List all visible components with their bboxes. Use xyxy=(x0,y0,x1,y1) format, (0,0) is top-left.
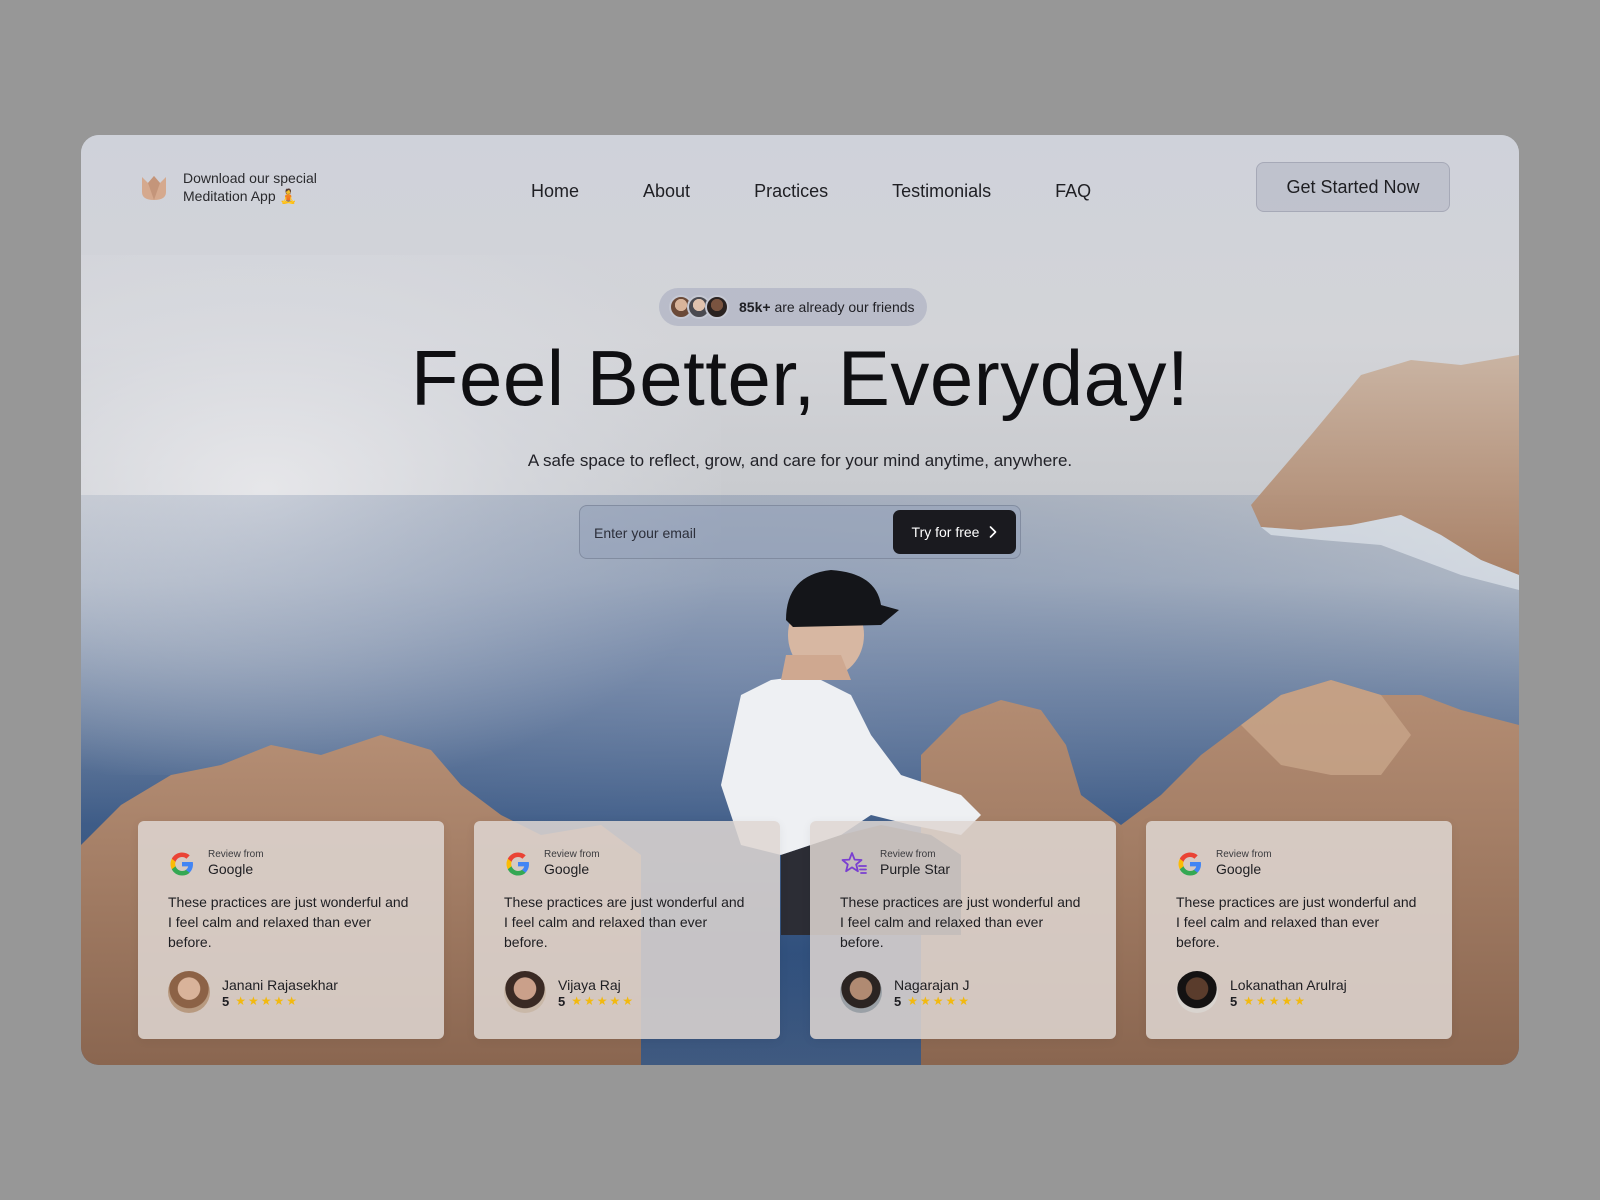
reviewer: Lokanathan Arulraj 5 ★★★★★ xyxy=(1176,971,1347,1013)
main-nav: Home About Practices Testimonials FAQ xyxy=(499,175,1123,208)
brand[interactable]: Download our special Meditation App 🧘 xyxy=(139,169,317,205)
review-text: These practices are just wonderful and I… xyxy=(1176,894,1417,950)
reviewer: Janani Rajasekhar 5 ★★★★★ xyxy=(168,971,338,1013)
hero-subline: A safe space to reflect, grow, and care … xyxy=(527,451,1073,470)
reviewer-rating: 5 ★★★★★ xyxy=(894,994,971,1009)
chevron-right-icon xyxy=(990,526,997,538)
try-for-free-button[interactable]: Try for free xyxy=(893,510,1016,554)
reviewer-rating: 5 ★★★★★ xyxy=(1230,994,1347,1009)
reviewer: Vijaya Raj 5 ★★★★★ xyxy=(504,971,635,1013)
review-text: These practices are just wonderful and I… xyxy=(504,894,745,950)
brand-tagline: Download our special Meditation App 🧘 xyxy=(183,169,317,205)
reviewer-name: Nagarajan J xyxy=(894,976,970,993)
get-started-button[interactable]: Get Started Now xyxy=(1256,162,1450,212)
nav-about[interactable]: About xyxy=(611,175,722,208)
friends-count: 85k+ xyxy=(739,299,771,315)
review-card: Review from Google These practices are j… xyxy=(138,821,444,1039)
friends-caption: are already our friends xyxy=(774,299,915,315)
review-card: Review from Google These practices are j… xyxy=(1146,821,1452,1039)
friends-avatars xyxy=(669,295,729,319)
review-card: Review from Purple Star These practices … xyxy=(810,821,1116,1039)
review-text: These practices are just wonderful and I… xyxy=(840,894,1081,950)
review-source: Review from Google xyxy=(1176,849,1422,878)
lotus-logo-icon xyxy=(142,176,166,200)
avatar xyxy=(1176,971,1218,1013)
rating-value: 5 xyxy=(1230,993,1238,1009)
rating-value: 5 xyxy=(558,993,566,1009)
rating-value: 5 xyxy=(222,993,230,1009)
reviewer-name: Lokanathan Arulraj xyxy=(1230,976,1347,993)
star-rating-icon: ★★★★★ xyxy=(1243,994,1308,1008)
hero-headline: Feel Better, Everyday! xyxy=(410,334,1190,422)
avatar xyxy=(168,971,210,1013)
avatar xyxy=(840,971,882,1013)
review-source-label: Review from xyxy=(1216,849,1272,860)
landing-page-frame: Download our special Meditation App 🧘 Ho… xyxy=(81,135,1519,1065)
star-rating-icon: ★★★★★ xyxy=(235,994,300,1008)
brand-tagline-line1: Download our special xyxy=(183,170,317,186)
review-text: These practices are just wonderful and I… xyxy=(168,894,409,950)
nav-testimonials[interactable]: Testimonials xyxy=(860,175,1023,208)
reviewer: Nagarajan J 5 ★★★★★ xyxy=(840,971,971,1013)
review-source-label: Review from xyxy=(880,849,936,860)
nav-home[interactable]: Home xyxy=(499,175,611,208)
review-source-label: Review from xyxy=(544,849,600,860)
review-source: Review from Google xyxy=(168,849,414,878)
star-rating-icon: ★★★★★ xyxy=(571,994,636,1008)
review-source-name: Google xyxy=(1216,861,1262,877)
rating-value: 5 xyxy=(894,993,902,1009)
review-source: Review from Google xyxy=(504,849,750,878)
google-icon xyxy=(506,852,529,875)
nav-practices[interactable]: Practices xyxy=(722,175,860,208)
email-signup-form: Try for free xyxy=(579,505,1021,559)
review-source-label: Review from xyxy=(208,849,264,860)
reviewer-name: Vijaya Raj xyxy=(558,976,621,993)
avatar xyxy=(504,971,546,1013)
purple-star-icon xyxy=(841,851,867,874)
reviewer-name: Janani Rajasekhar xyxy=(222,976,338,993)
reviewer-rating: 5 ★★★★★ xyxy=(558,994,635,1009)
email-input[interactable] xyxy=(594,518,884,548)
review-source-name: Google xyxy=(544,861,590,877)
friends-text: 85k+ are already our friends xyxy=(739,299,915,315)
star-rating-icon: ★★★★★ xyxy=(907,994,972,1008)
reviewer-rating: 5 ★★★★★ xyxy=(222,994,338,1009)
review-source-name: Purple Star xyxy=(880,861,951,877)
avatar xyxy=(705,295,729,319)
nav-faq[interactable]: FAQ xyxy=(1023,175,1123,208)
review-card: Review from Google These practices are j… xyxy=(474,821,780,1039)
review-source-name: Google xyxy=(208,861,254,877)
brand-tagline-line2: Meditation App 🧘 xyxy=(183,188,297,204)
google-icon xyxy=(1178,852,1201,875)
google-icon xyxy=(170,852,193,875)
review-source: Review from Purple Star xyxy=(840,849,1086,878)
try-for-free-label: Try for free xyxy=(911,524,980,540)
review-cards: Review from Google These practices are j… xyxy=(138,821,1452,1039)
friends-badge: 85k+ are already our friends xyxy=(659,288,927,326)
